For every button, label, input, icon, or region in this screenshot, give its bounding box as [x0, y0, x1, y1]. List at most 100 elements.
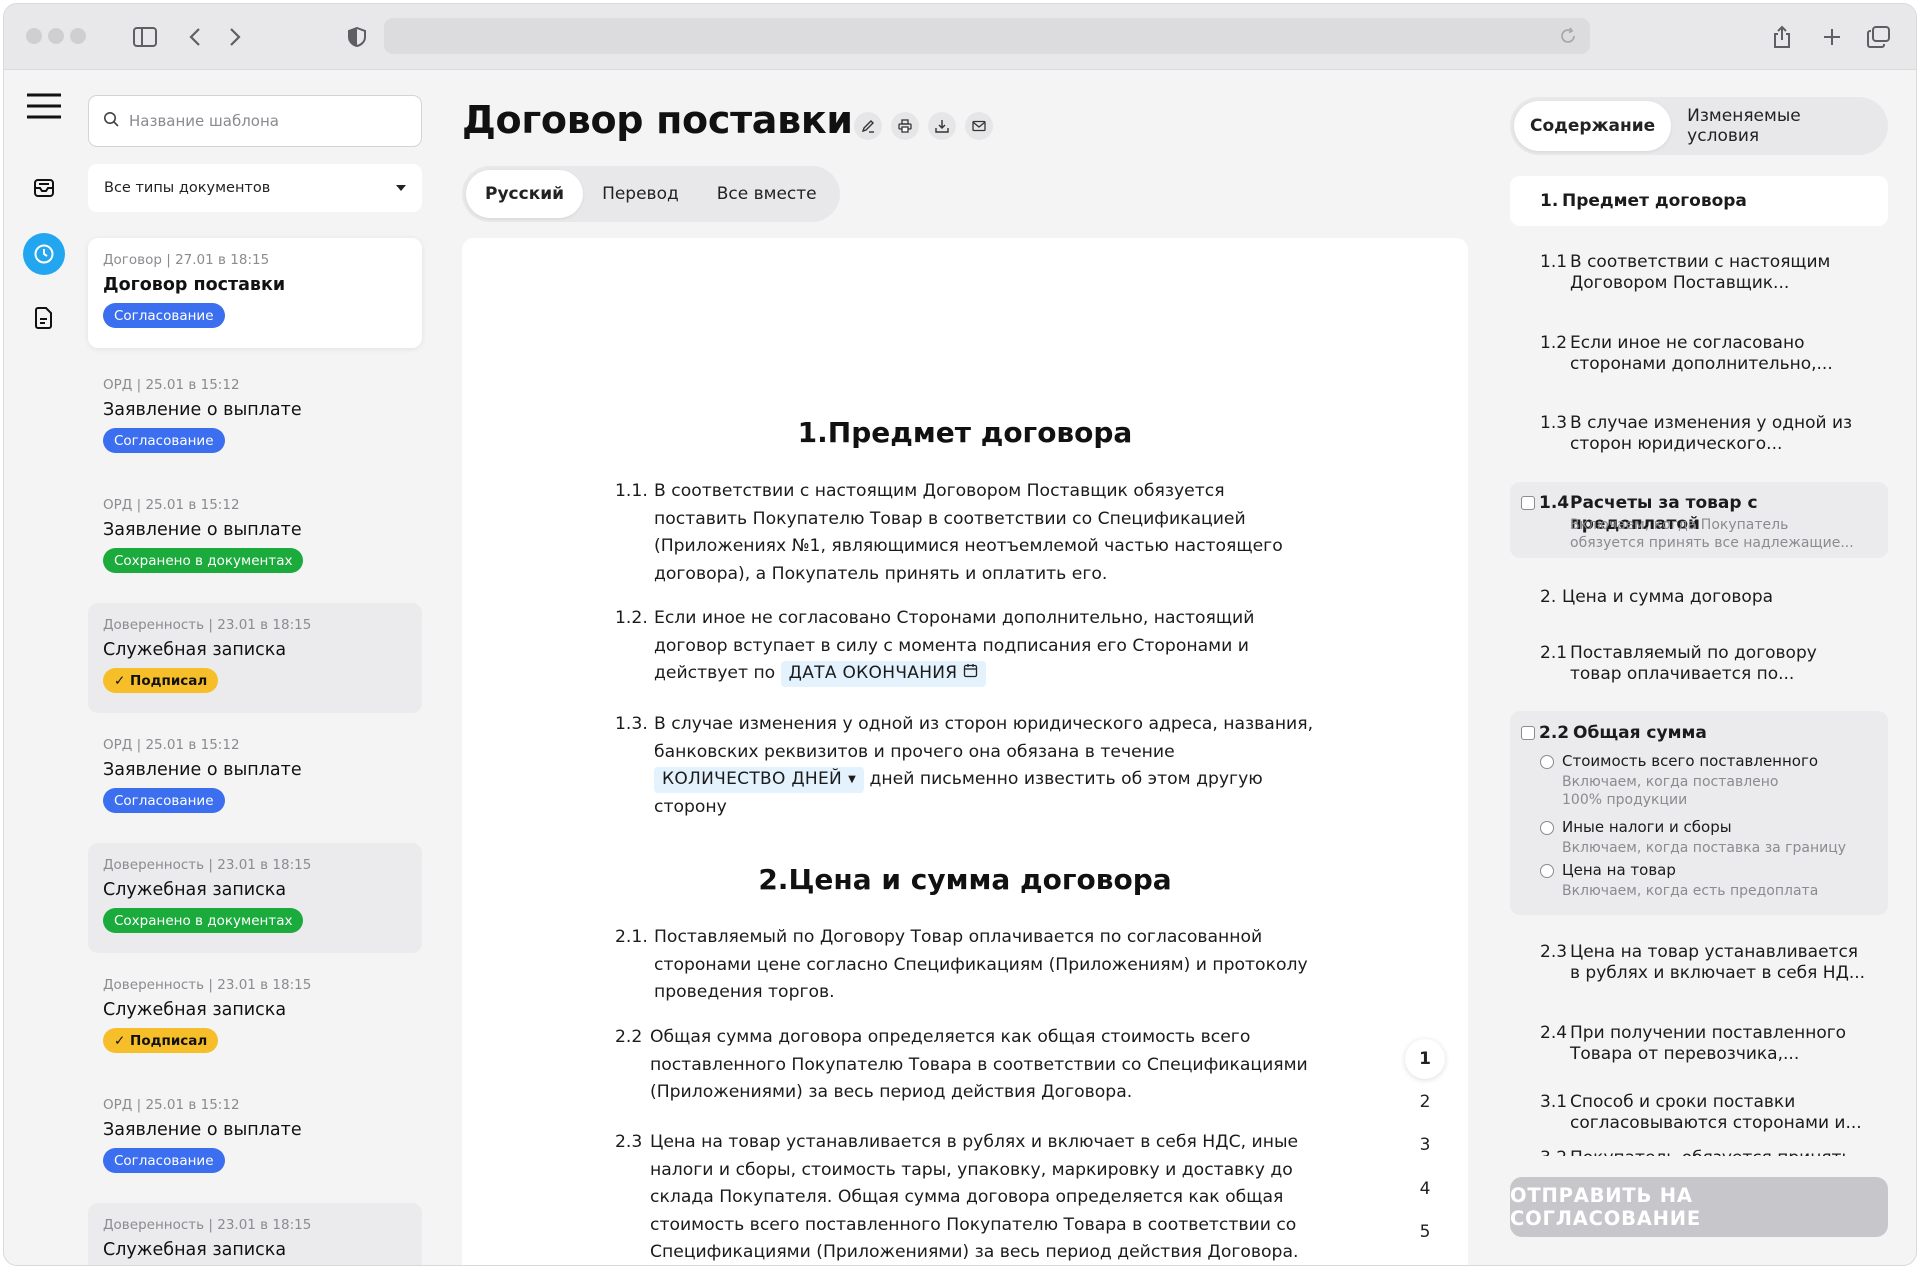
card-meta: ОРД | 25.01 в 15:12 — [103, 737, 240, 753]
field-label: КОЛИЧЕСТВО ДНЕЙ — [662, 769, 843, 789]
download-icon[interactable] — [928, 112, 956, 140]
back-icon[interactable] — [182, 24, 208, 50]
page-button[interactable]: 5 — [1405, 1212, 1445, 1252]
clause-text-before: В случае изменения у одной из сторон юри… — [654, 714, 1314, 762]
card-meta: Договор | 27.01 в 18:15 — [103, 252, 270, 268]
toc-title: В случае изменения у одной из сторон юри… — [1570, 413, 1853, 454]
forward-icon[interactable] — [222, 24, 248, 50]
new-tab-icon[interactable] — [1819, 24, 1845, 50]
clause-number: 2.3 — [615, 1132, 643, 1152]
shield-icon[interactable] — [344, 24, 370, 50]
toc-number: 1.4 — [1539, 493, 1570, 513]
tab-contents[interactable]: Содержание — [1514, 101, 1672, 151]
page-title: Договор поставки — [462, 98, 853, 142]
doc-type-select[interactable]: Все типы документов — [88, 164, 422, 212]
status-badge: Согласование — [103, 303, 225, 328]
checkbox[interactable] — [1521, 496, 1535, 510]
clause-number: 1.2. — [615, 608, 648, 628]
clause-2-1: 2.1. Поставляемый по Договору Товар опла… — [615, 924, 1315, 1007]
card-title: Служебная записка — [103, 1240, 287, 1260]
chevron-down-icon — [396, 185, 406, 191]
mail-icon[interactable] — [965, 112, 993, 140]
toc-number: 1.1 — [1540, 252, 1568, 272]
days-count-field[interactable]: КОЛИЧЕСТВО ДНЕЙ ▼ — [654, 766, 865, 793]
page-button[interactable]: 4 — [1405, 1169, 1445, 1209]
template-list-panel: Все типы документов Договор | 27.01 в 18… — [88, 70, 422, 1265]
card-title: Заявление о выплате — [103, 760, 302, 780]
card-title: Заявление о выплате — [103, 1120, 302, 1140]
toc-title: Способ и сроки поставки согласовываются … — [1570, 1092, 1862, 1133]
tab-translation[interactable]: Перевод — [583, 170, 698, 218]
toc-number: 2.1 — [1540, 643, 1568, 663]
template-card[interactable]: ОРД | 25.01 в 15:12 Заявление о выплате … — [88, 483, 422, 593]
send-for-approval-button[interactable]: ОТПРАВИТЬ НА СОГЛАСОВАНИЕ — [1510, 1177, 1888, 1237]
template-card[interactable]: Доверенность | 23.01 в 18:15 Служебная з… — [88, 843, 422, 953]
radio-button[interactable] — [1540, 864, 1554, 878]
document-icon[interactable] — [24, 298, 64, 338]
check-icon: ✓ — [114, 1032, 131, 1049]
toc-item-optional[interactable]: 1.4 Расчеты за товар с предоплатой Включ… — [1510, 482, 1888, 558]
template-card[interactable]: ОРД | 25.01 в 15:12 Заявление о выплате … — [88, 363, 422, 473]
toc-title: Покупатель обязуется принять... — [1570, 1148, 1870, 1156]
sidebar-toggle-icon[interactable] — [132, 24, 158, 50]
page-button[interactable]: 3 — [1405, 1125, 1445, 1165]
radio-button[interactable] — [1540, 755, 1554, 769]
edit-icon[interactable] — [854, 112, 882, 140]
card-meta: ОРД | 25.01 в 15:12 — [103, 1097, 240, 1113]
option-description: Включаем, когда поставка за границу — [1562, 840, 1847, 856]
close-window-dot[interactable] — [26, 28, 42, 44]
template-card[interactable]: ОРД | 25.01 в 15:12 Заявление о выплате … — [88, 723, 422, 833]
clause-2-3: 2.3 Цена на товар устанавливается в рубл… — [615, 1129, 1315, 1265]
menu-icon[interactable] — [24, 86, 64, 126]
checkbox[interactable] — [1521, 726, 1535, 740]
option-description: Включаем, когда есть предоплата — [1562, 883, 1819, 899]
tab-russian[interactable]: Русский — [466, 170, 584, 218]
clause-text: Поставляемый по Договору Товар оплачивае… — [654, 927, 1308, 1002]
zoom-window-dot[interactable] — [70, 28, 86, 44]
address-bar[interactable] — [384, 18, 1590, 54]
template-card[interactable]: Договор | 27.01 в 18:15 Договор поставки… — [88, 238, 422, 348]
template-card[interactable]: Доверенность | 23.01 в 18:15 Служебная з… — [88, 1203, 422, 1265]
toc-title: Если иное не согласовано сторонами допол… — [1570, 333, 1833, 374]
page-button[interactable]: 2 — [1405, 1082, 1445, 1122]
title-actions — [854, 112, 993, 140]
toc-section-1[interactable]: 1. Предмет договора — [1510, 176, 1888, 226]
template-card[interactable]: ОРД | 25.01 в 15:12 Заявление о выплате … — [88, 1083, 422, 1193]
toc-title: Цена на товар устанавливается в рублях и… — [1570, 942, 1866, 983]
left-rail — [4, 70, 84, 1265]
language-tabs: Русский Перевод Все вместе — [462, 166, 840, 222]
toc-title: Общая сумма — [1573, 723, 1707, 743]
reload-icon[interactable] — [1558, 26, 1578, 46]
toc-title: При получении поставленного Товара от пе… — [1570, 1023, 1847, 1064]
toc-number: 2.4 — [1540, 1023, 1568, 1043]
template-card[interactable]: Доверенность | 23.01 в 18:15 Служебная з… — [88, 603, 422, 713]
end-date-field[interactable]: ДАТА ОКОНЧАНИЯ — [780, 660, 987, 688]
tab-variable-terms[interactable]: Изменяемые условия — [1671, 101, 1884, 151]
page-button[interactable]: 1 — [1405, 1039, 1445, 1079]
clause-text: Цена на товар устанавливается в рублях и… — [650, 1132, 1299, 1262]
status-badge: ✓ Подписал — [103, 1028, 219, 1053]
clause-1-1: 1.1. В соответствии с настоящим Договоро… — [615, 478, 1315, 588]
toc-item-optional[interactable]: 2.2 Общая сумма Стоимость всего поставле… — [1510, 711, 1888, 915]
toc-number: 3.2 — [1540, 1148, 1567, 1156]
minimize-window-dot[interactable] — [48, 28, 64, 44]
radio-button[interactable] — [1540, 821, 1554, 835]
toc-number: 1.2 — [1540, 333, 1568, 353]
section-heading: 2.Цена и сумма договора — [758, 863, 1172, 896]
inbox-icon[interactable] — [24, 168, 64, 208]
share-icon[interactable] — [1769, 24, 1795, 50]
badge-label: Подписал — [130, 672, 208, 689]
print-icon[interactable] — [891, 112, 919, 140]
calendar-icon — [963, 660, 978, 688]
card-meta: ОРД | 25.01 в 15:12 — [103, 377, 240, 393]
card-meta: ОРД | 25.01 в 15:12 — [103, 497, 240, 513]
toc-title: Поставляемый по договору товар оплачивае… — [1570, 643, 1817, 684]
template-search[interactable] — [88, 95, 422, 147]
search-input[interactable] — [129, 112, 389, 130]
table-of-contents: 1. Предмет договора 1.1 В соответствии с… — [1510, 176, 1888, 1156]
tab-overview-icon[interactable] — [1866, 24, 1892, 50]
history-icon[interactable] — [23, 233, 65, 275]
tab-all-together[interactable]: Все вместе — [698, 170, 836, 218]
clause-1-3: 1.3. В случае изменения у одной из сторо… — [615, 711, 1315, 821]
template-card[interactable]: Доверенность | 23.01 в 18:15 Служебная з… — [88, 963, 422, 1073]
